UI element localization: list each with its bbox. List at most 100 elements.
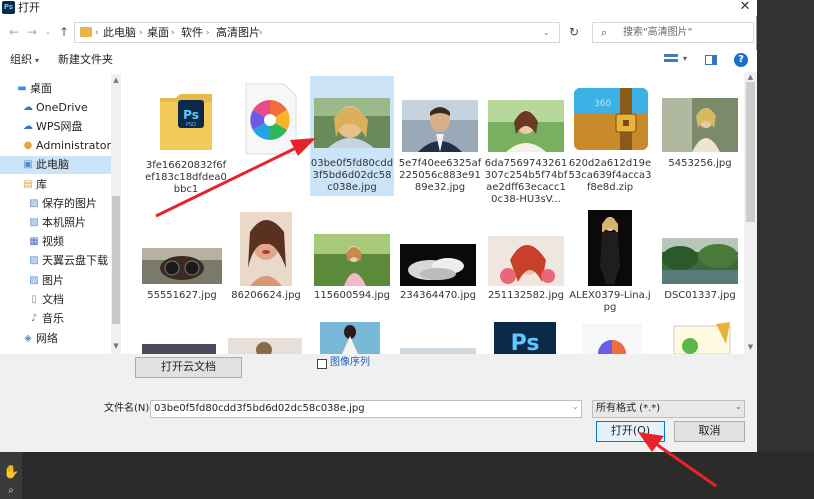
sidebar-item-library[interactable]: ▤ 库 (0, 176, 121, 194)
back-arrow-icon[interactable]: ← (6, 24, 22, 40)
sidebar-item-saved-pictures[interactable]: ▨ 保存的图片 (0, 195, 121, 213)
file-grid-scroll-thumb[interactable] (746, 82, 755, 222)
sidebar-item-onedrive[interactable]: ☁ OneDrive (0, 99, 121, 117)
file-item[interactable]: Ps PSD 3fe16620832f6fef183c18dfdea0bbc1 (144, 76, 228, 195)
cancel-button[interactable]: 取消 (674, 421, 745, 442)
refresh-icon[interactable]: ↻ (563, 22, 585, 43)
file-item[interactable]: DSC01337.jpg (658, 208, 742, 308)
title-bar: Ps 打开 ✕ (0, 0, 757, 16)
photos-app-icon (245, 83, 297, 155)
address-bar[interactable]: › 此电脑 › 桌面 › 软件 › 高清图片 › ⌄ (74, 22, 560, 43)
image-thumbnail (314, 234, 390, 286)
sidebar-item-pictures[interactable]: ▨ 图片 (0, 272, 121, 290)
notepad-icon[interactable] (668, 322, 740, 354)
breadcrumb-item[interactable]: 桌面 (147, 26, 169, 40)
chevron-down-icon[interactable]: ⌄ (572, 402, 579, 411)
filename-label: 文件名(N): (104, 403, 153, 414)
image-thumbnail[interactable] (142, 344, 216, 354)
address-dropdown-chevron-icon[interactable]: ⌄ (543, 26, 550, 40)
music-icon: ♪ (30, 313, 38, 324)
image-thumbnail (240, 212, 292, 286)
open-file-dialog: Ps 打开 ✕ ← → ⌄ ↑ › 此电脑 › 桌面 › 软件 › 高清图片 ›… (0, 0, 757, 452)
breadcrumb-separator: › (95, 28, 99, 38)
breadcrumb-separator: › (259, 28, 263, 38)
image-sequence-checkbox[interactable] (317, 359, 327, 369)
organize-menu[interactable]: 组织 ▾ (10, 53, 39, 68)
chevron-down-icon[interactable]: ⌄ (735, 402, 742, 411)
file-name: 5e7f40ee6325af225056c883e9189e32.jpg (398, 158, 482, 193)
file-item[interactable]: 360 620d2a612d19e53ca639f4acca3f8e8d.zip (568, 76, 652, 200)
breadcrumb-item[interactable]: 此电脑 (103, 26, 136, 40)
file-type-select[interactable]: 所有格式 (*.*) (592, 400, 745, 418)
close-icon[interactable]: ✕ (736, 0, 754, 15)
open-cloud-document-button[interactable]: 打开云文档 (135, 357, 242, 378)
scroll-down-icon[interactable]: ▼ (744, 343, 757, 351)
sidebar-item-network[interactable]: ◈ 网络 (0, 330, 121, 348)
preview-pane-icon[interactable] (705, 55, 717, 65)
breadcrumb-item[interactable]: 软件 (181, 26, 203, 40)
scroll-down-icon[interactable]: ▼ (112, 342, 120, 350)
new-folder-button[interactable]: 新建文件夹 (58, 53, 113, 67)
file-item-selected[interactable]: 03be0f5fd80cdd3f5bd6d02dc58c038e.jpg (310, 76, 394, 196)
filename-input[interactable]: 03be0f5fd80cdd3f5bd6d02dc58c038e.jpg (150, 400, 582, 418)
svg-text:360: 360 (594, 99, 611, 109)
open-button[interactable]: 打开(O) (596, 421, 665, 442)
chevron-down-icon: ▾ (35, 56, 40, 65)
sidebar-item-documents[interactable]: ▯ 文档 (0, 291, 121, 309)
file-item[interactable] (228, 76, 312, 194)
zoom-tool-icon[interactable]: ⌕ (3, 485, 19, 497)
file-item[interactable]: 6da7569743261307c254b5f74bfae2dff63ecacc… (484, 76, 568, 216)
sidebar-item-label: 保存的图片 (42, 197, 97, 210)
up-arrow-icon[interactable]: ↑ (56, 24, 72, 40)
help-icon[interactable]: ? (734, 53, 748, 67)
search-input[interactable]: ⌕ 搜索"高清图片" (592, 22, 754, 43)
file-item[interactable]: 86206624.jpg (224, 208, 308, 308)
search-icon: ⌕ (601, 26, 608, 39)
picture-icon: ▨ (29, 275, 39, 286)
file-name: 3fe16620832f6fef183c18dfdea0bbc1 (145, 160, 227, 195)
file-item[interactable]: 55551627.jpg (140, 208, 224, 308)
photoshop-canvas-area (0, 452, 814, 499)
scroll-up-icon[interactable]: ▲ (744, 73, 757, 81)
file-name: 03be0f5fd80cdd3f5bd6d02dc58c038e.jpg (310, 158, 394, 193)
file-item[interactable]: 5453256.jpg (658, 76, 742, 194)
file-item[interactable]: 251132582.jpg (484, 208, 568, 308)
sidebar-item-camera-roll[interactable]: ▨ 本机照片 (0, 214, 121, 232)
desktop-icon: ▬ (17, 83, 27, 94)
photos-app-icon[interactable] (582, 324, 642, 354)
forward-arrow-icon[interactable]: → (24, 24, 40, 40)
photoshop-workspace (757, 0, 814, 499)
recent-locations-chevron-icon[interactable]: ⌄ (40, 24, 56, 40)
chevron-down-icon[interactable]: ▾ (683, 54, 687, 63)
sidebar-item-label: 库 (36, 178, 47, 191)
image-thumbnail[interactable] (320, 322, 380, 354)
psd-folder-icon: Ps PSD (160, 94, 212, 150)
breadcrumb-separator: › (206, 28, 210, 38)
sidebar-item-videos[interactable]: ▦ 视频 (0, 233, 121, 251)
image-thumbnail (488, 236, 564, 286)
sidebar-item-tianyi-download[interactable]: ▨ 天翼云盘下载 (0, 252, 121, 270)
sidebar-item-music[interactable]: ♪ 音乐 (0, 310, 121, 328)
image-thumbnail[interactable] (228, 338, 302, 354)
view-options-icon[interactable] (664, 54, 678, 66)
scroll-up-icon[interactable]: ▲ (112, 76, 120, 84)
image-sequence-label[interactable]: 图像序列 (330, 356, 370, 370)
library-icon: ▤ (23, 179, 33, 190)
file-item[interactable]: 5e7f40ee6325af225056c883e9189e32.jpg (398, 76, 482, 206)
sidebar-item-administrator[interactable]: ● Administrator (0, 137, 121, 155)
sidebar-item-desktop[interactable]: ▬ 桌面 (0, 80, 121, 98)
breadcrumb-item[interactable]: 高清图片 (216, 26, 260, 40)
folder-icon (80, 27, 92, 37)
sidebar-item-label: 网络 (36, 332, 58, 345)
sidebar-item-this-pc[interactable]: ▣ 此电脑 (0, 156, 121, 174)
file-name: 234364470.jpg (400, 290, 476, 301)
hand-tool-icon[interactable]: ✋ (3, 465, 19, 481)
sidebar-scroll-thumb[interactable] (112, 196, 120, 324)
sidebar-item-wps-drive[interactable]: ☁ WPS网盘 (0, 118, 121, 136)
photoshop-file-icon[interactable]: Ps (494, 322, 556, 354)
file-item[interactable]: 115600594.jpg (310, 208, 394, 308)
file-item[interactable]: 234364470.jpg (396, 208, 480, 308)
file-name: 55551627.jpg (147, 290, 217, 301)
file-item[interactable]: ALEX0379-Lina.jpg (568, 208, 652, 320)
user-icon: ● (23, 140, 33, 151)
